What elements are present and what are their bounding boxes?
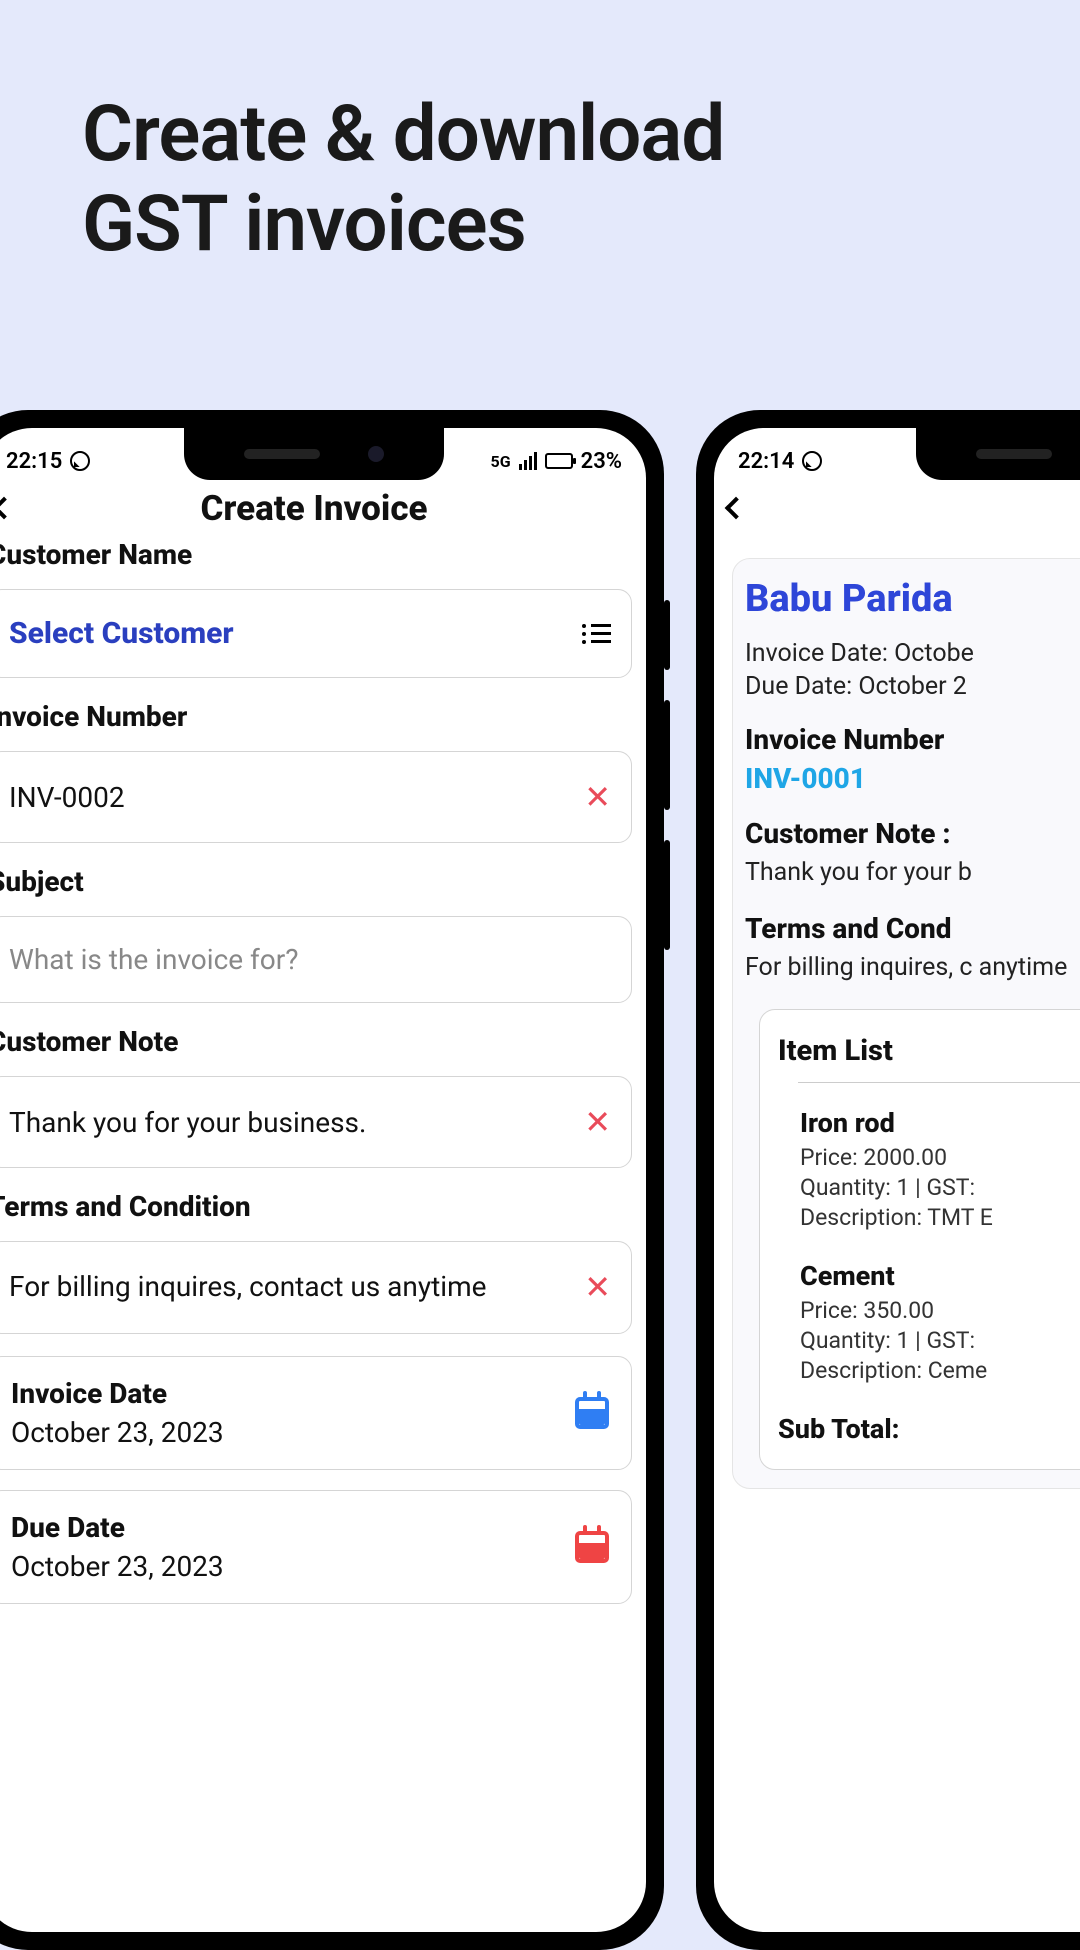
network-label: 5G <box>491 452 511 471</box>
notch <box>916 428 1080 480</box>
invoice-number-label: Invoice Number <box>0 700 640 733</box>
item-list-card: Item List Iron rod Price: 2000.00 Quanti… <box>759 1009 1080 1470</box>
customer-note-label: Customer Note <box>0 1025 640 1058</box>
due-date-field[interactable]: Due Date October 23, 2023 <box>0 1490 632 1604</box>
calendar-icon[interactable] <box>575 1531 609 1563</box>
invoice-date-value: October 23, 2023 <box>11 1416 224 1449</box>
terms-label: Terms and Condition <box>0 1190 640 1223</box>
invoice-date-field[interactable]: Invoice Date October 23, 2023 <box>0 1356 632 1470</box>
item-qty-gst: Quantity: 1 | GST: <box>800 1326 1080 1356</box>
signal-icon <box>519 452 537 470</box>
phone-right-screen: 22:14 Invoice D Babu Parida Invoice Date… <box>714 428 1080 1932</box>
phone-side-button <box>664 840 670 950</box>
clear-icon[interactable]: ✕ <box>584 1268 611 1306</box>
terms-label: Terms and Cond <box>745 912 1080 945</box>
customer-name-label: Customer Name <box>0 538 640 571</box>
terms-field[interactable]: For billing inquires, contact us anytime… <box>0 1241 632 1334</box>
invoice-number-value: INV-0002 <box>9 781 125 814</box>
screen-header: Invoice D <box>714 482 1080 538</box>
phone-side-button <box>664 600 670 670</box>
divider <box>798 1082 1080 1083</box>
customer-note-label: Customer Note : <box>745 817 1080 850</box>
phone-side-button <box>664 700 670 810</box>
hero-title: Create & download GST invoices <box>82 90 724 271</box>
battery-icon <box>545 453 573 469</box>
notch-camera <box>368 446 384 462</box>
terms-text: For billing inquires, c anytime <box>745 951 1080 985</box>
hero-line1: Create & download <box>82 89 724 180</box>
notch-speaker <box>244 449 320 459</box>
battery-percent: 23% <box>581 449 622 474</box>
calendar-icon[interactable] <box>575 1397 609 1429</box>
notch <box>184 428 444 480</box>
due-date-line: Due Date: October 2 <box>745 672 1080 701</box>
list-icon[interactable] <box>582 624 611 644</box>
hero-line2: GST invoices <box>82 179 526 270</box>
invoice-date-label: Invoice Date <box>11 1377 224 1410</box>
due-date-value: October 23, 2023 <box>11 1550 224 1583</box>
phone-right-frame: 22:14 Invoice D Babu Parida Invoice Date… <box>696 410 1080 1950</box>
invoice-number-label: Invoice Number <box>745 723 1080 756</box>
invoice-date-line: Invoice Date: Octobe <box>745 639 1080 668</box>
item-name: Cement <box>800 1260 1080 1292</box>
item-desc: Description: Ceme <box>800 1356 1080 1386</box>
customer-note-value: Thank you for your business. <box>9 1106 366 1139</box>
subject-label: Subject <box>0 865 640 898</box>
status-time: 22:14 <box>738 449 794 474</box>
item-price: Price: 350.00 <box>800 1296 1080 1326</box>
phone-left-screen: 22:15 5G 23% Create Invoice Customer Nam… <box>0 428 646 1932</box>
screen-header: Create Invoice <box>0 482 646 538</box>
list-item: Iron rod Price: 2000.00 Quantity: 1 | GS… <box>800 1107 1080 1234</box>
notch-speaker <box>976 449 1052 459</box>
clear-icon[interactable]: ✕ <box>584 1103 611 1141</box>
invoice-number-field[interactable]: INV-0002 ✕ <box>0 751 632 843</box>
clear-icon[interactable]: ✕ <box>584 778 611 816</box>
due-date-label: Due Date <box>11 1511 224 1544</box>
invoice-detail-card: Babu Parida Invoice Date: Octobe Due Dat… <box>732 558 1080 1489</box>
create-invoice-form: Customer Name Select Customer Invoice Nu… <box>0 538 646 1604</box>
select-customer-text: Select Customer <box>9 616 234 651</box>
status-time: 22:15 <box>6 449 62 474</box>
select-customer-field[interactable]: Select Customer <box>0 589 632 678</box>
terms-value: For billing inquires, contact us anytime <box>9 1268 584 1307</box>
list-item: Cement Price: 350.00 Quantity: 1 | GST: … <box>800 1260 1080 1387</box>
back-icon[interactable] <box>725 497 748 520</box>
whatsapp-icon <box>70 451 90 471</box>
item-name: Iron rod <box>800 1107 1080 1139</box>
customer-name: Babu Parida <box>745 577 1080 621</box>
item-desc: Description: TMT E <box>800 1203 1080 1233</box>
subject-field[interactable]: What is the invoice for? <box>0 916 632 1003</box>
item-list-title: Item List <box>778 1034 1080 1068</box>
back-icon[interactable] <box>0 497 15 520</box>
customer-note-text: Thank you for your b <box>745 856 1080 890</box>
phone-left-frame: 22:15 5G 23% Create Invoice Customer Nam… <box>0 410 664 1950</box>
subject-placeholder: What is the invoice for? <box>9 943 298 976</box>
invoice-number-value: INV-0001 <box>745 762 1080 795</box>
customer-note-field[interactable]: Thank you for your business. ✕ <box>0 1076 632 1168</box>
item-price: Price: 2000.00 <box>800 1143 1080 1173</box>
screen-title: Create Invoice <box>200 488 427 529</box>
subtotal-label: Sub Total: <box>778 1413 1080 1445</box>
item-qty-gst: Quantity: 1 | GST: <box>800 1173 1080 1203</box>
whatsapp-icon <box>802 451 822 471</box>
